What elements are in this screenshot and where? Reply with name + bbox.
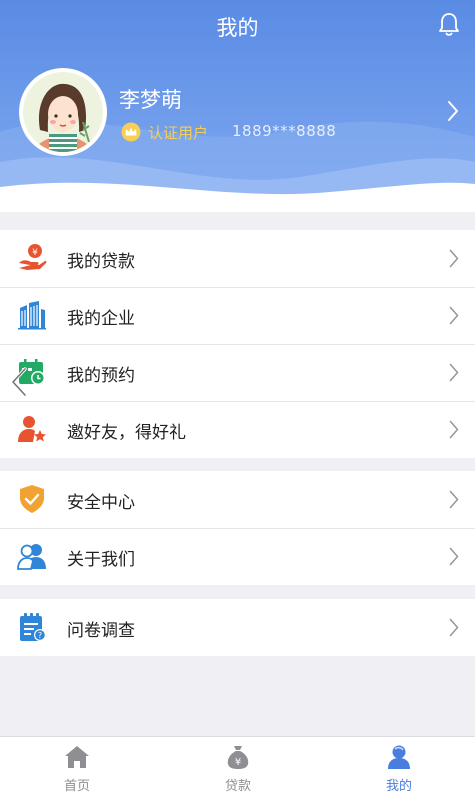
survey-clipboard-icon: ?	[20, 613, 46, 641]
menu-item-label: 问卷调查	[67, 621, 135, 641]
shield-check-icon	[20, 485, 44, 513]
tab-mine[interactable]: 我的	[339, 737, 459, 797]
crown-icon	[121, 122, 141, 142]
bell-icon[interactable]	[437, 12, 461, 38]
building-icon	[18, 301, 46, 330]
menu-item-security-center[interactable]: 安全中心	[0, 471, 475, 528]
user-icon	[388, 745, 410, 769]
avatar[interactable]	[19, 68, 107, 156]
chevron-right-icon	[449, 490, 459, 509]
menu-item-label: 安全中心	[67, 493, 135, 513]
money-bag-icon: ¥	[227, 746, 249, 769]
chevron-right-icon	[449, 306, 459, 325]
people-icon	[17, 544, 46, 570]
bottom-tab-bar: 首页 ¥ 贷款 我的	[0, 736, 475, 797]
svg-text:¥: ¥	[235, 757, 241, 768]
chevron-right-icon	[449, 618, 459, 637]
tab-home[interactable]: 首页	[17, 737, 137, 797]
back-arrow-icon[interactable]	[10, 367, 28, 397]
chevron-right-icon	[449, 249, 459, 268]
chevron-right-icon	[449, 420, 459, 439]
menu-item-label: 关于我们	[67, 550, 135, 570]
menu-group-secondary: 安全中心 关于我们	[0, 471, 475, 585]
menu-item-label: 我的预约	[67, 366, 135, 386]
menu-item-label: 我的企业	[67, 309, 135, 329]
certification-label: 认证用户	[148, 124, 209, 142]
menu-item-my-loans[interactable]: ¥ 我的贷款	[0, 230, 475, 287]
menu-group-tertiary: ? 问卷调查	[0, 599, 475, 656]
menu-item-about-us[interactable]: 关于我们	[0, 528, 475, 585]
svg-text:¥: ¥	[32, 248, 38, 258]
home-icon	[65, 746, 89, 768]
tab-loans[interactable]: ¥ 贷款	[178, 737, 298, 797]
tab-label: 贷款	[224, 779, 251, 794]
invite-user-star-icon	[18, 416, 46, 442]
svg-text:?: ?	[38, 631, 42, 640]
menu-group-primary: ¥ 我的贷款 我的企业 我的预约 邀好友，得好礼	[0, 230, 475, 458]
tab-label: 我的	[385, 779, 412, 794]
phone-number: 1889***8888	[232, 122, 337, 140]
tab-label: 首页	[63, 779, 90, 794]
profile-chevron-right-icon[interactable]	[447, 100, 459, 122]
menu-item-invite-friends[interactable]: 邀好友，得好礼	[0, 401, 475, 458]
menu-item-survey[interactable]: ? 问卷调查	[0, 599, 475, 656]
page-title: 我的	[216, 16, 259, 40]
menu-item-label: 我的贷款	[67, 252, 135, 272]
user-name: 李梦萌	[119, 88, 182, 112]
menu-item-my-appointments[interactable]: 我的预约	[0, 344, 475, 401]
menu-item-label: 邀好友，得好礼	[67, 423, 186, 443]
loan-hand-icon: ¥	[19, 244, 47, 270]
profile-header: 我的 李梦萌 认证用户 1889***8888	[0, 0, 475, 212]
menu-item-my-company[interactable]: 我的企业	[0, 287, 475, 344]
chevron-right-icon	[449, 547, 459, 566]
chevron-right-icon	[449, 363, 459, 382]
